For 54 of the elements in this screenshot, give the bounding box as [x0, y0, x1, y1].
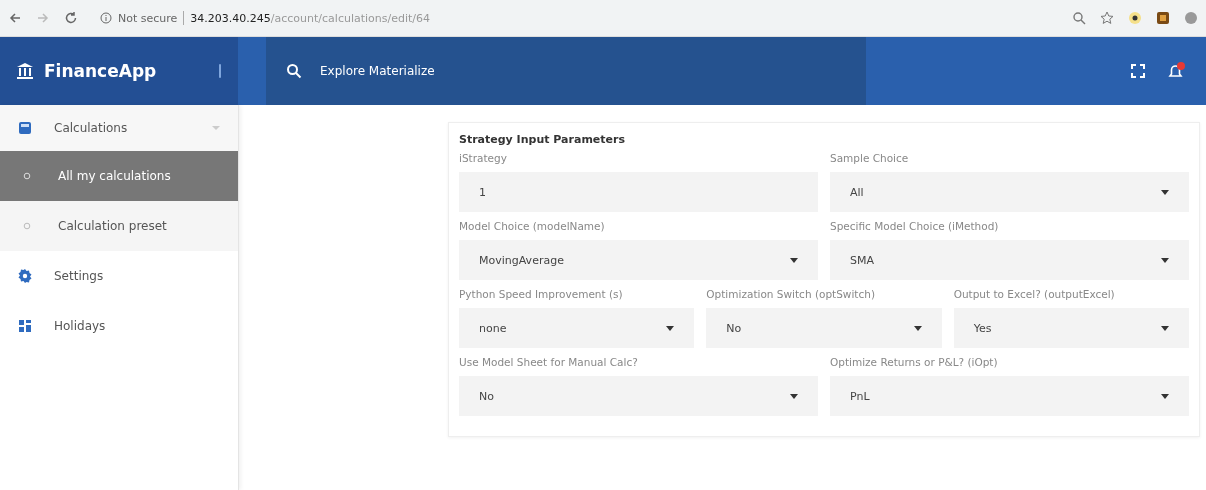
field-label: Optimization Switch (optSwitch)	[706, 288, 876, 300]
search-bar[interactable]: Explore Materialize	[266, 37, 866, 105]
security-label: Not secure	[118, 11, 178, 25]
bank-icon	[16, 62, 34, 80]
field-label: Model Choice (modelName)	[459, 220, 606, 232]
zoom-icon[interactable]	[1072, 11, 1086, 25]
dropdown[interactable]: PnL	[830, 376, 1189, 416]
caret-icon	[790, 393, 798, 399]
dropdown[interactable]: SMA	[830, 240, 1189, 280]
fullscreen-icon[interactable]	[1130, 63, 1146, 79]
sidebar-subitem[interactable]: Calculation preset	[0, 201, 238, 251]
field-label: Optimize Returns or P&L? (iOpt)	[830, 356, 999, 368]
profile-icon[interactable]	[1184, 11, 1198, 25]
search-field[interactable]: Explore Materialize	[318, 63, 722, 79]
caret-icon	[1161, 393, 1169, 399]
app-title: FinanceApp	[44, 61, 158, 81]
grid-icon	[18, 319, 32, 333]
input-field[interactable]: 1	[459, 172, 818, 212]
sidebar-item[interactable]: Holidays	[0, 301, 238, 351]
sidebar-item[interactable]: Calculations	[0, 105, 238, 151]
dropdown[interactable]: No	[706, 308, 942, 348]
caret-icon	[1161, 257, 1169, 263]
caret-icon	[913, 325, 922, 331]
extension-icon[interactable]	[1128, 11, 1142, 25]
field-label: Output to Excel? (outputExcel)	[953, 288, 1116, 300]
caret-icon	[1161, 189, 1169, 195]
caret-icon	[790, 257, 798, 263]
field-label: Specific Model Choice (iMethod)	[830, 220, 1000, 232]
field-label: Use Model Sheet for Manual Calc?	[459, 356, 639, 368]
star-icon[interactable]	[1100, 11, 1114, 25]
calculator-icon	[18, 121, 32, 135]
field-label: Python Speed Improvement (s)	[459, 288, 624, 300]
form-title: Strategy Input Parameters	[459, 133, 626, 146]
circle-icon	[23, 222, 31, 230]
dropdown[interactable]: No	[459, 376, 818, 416]
dropdown[interactable]: none	[459, 308, 695, 348]
field-label: Sample Choice	[830, 152, 910, 164]
caret-icon	[666, 325, 675, 331]
dropdown[interactable]: All	[830, 172, 1189, 212]
caret-icon	[1161, 325, 1169, 331]
gear-icon	[18, 269, 32, 283]
dropdown[interactable]: Yes	[953, 308, 1189, 348]
search-icon	[286, 63, 302, 79]
info-icon	[100, 12, 112, 24]
extension-icon[interactable]	[1156, 11, 1170, 25]
field-label: iStrategy	[459, 152, 508, 164]
menu-toggle-icon[interactable]	[218, 64, 222, 78]
reload-icon[interactable]	[64, 11, 78, 25]
sidebar-subitem[interactable]: All my calculations	[0, 151, 238, 201]
circle-icon	[23, 172, 31, 180]
back-icon[interactable]	[8, 11, 22, 25]
sidebar-item[interactable]: Settings	[0, 251, 238, 301]
url-text: 34.203.40.245/account/calculations/edit/64	[190, 11, 431, 25]
dropdown[interactable]: MovingAverage	[459, 240, 818, 280]
